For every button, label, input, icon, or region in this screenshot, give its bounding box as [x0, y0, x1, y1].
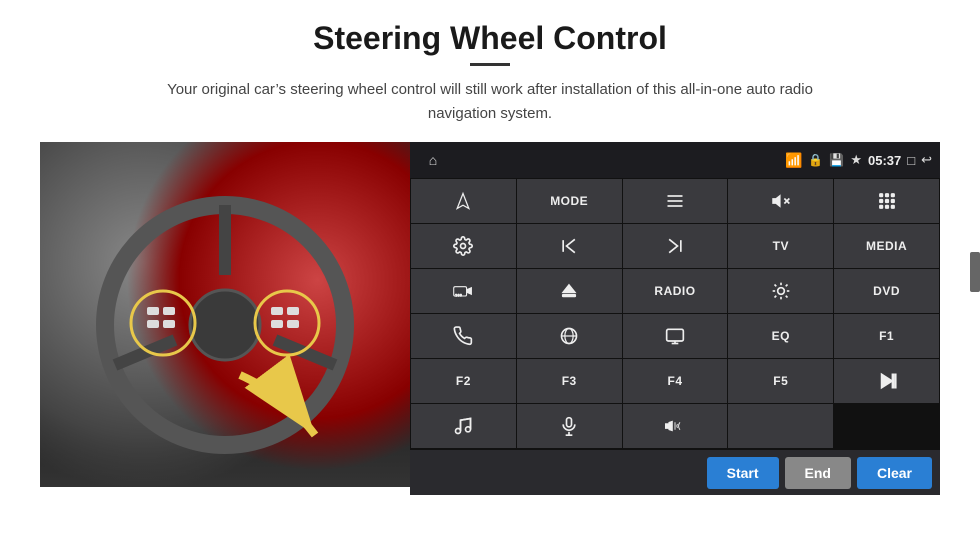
panel-top-bar: ⌂ 📶 🔒 💾 ★ 05:37 □ ↩ — [410, 142, 940, 178]
clear-button[interactable]: Clear — [857, 457, 932, 489]
square-icon[interactable]: □ — [907, 153, 915, 168]
btn-next[interactable] — [623, 224, 728, 268]
time-display: 05:37 — [868, 153, 901, 168]
title-divider — [470, 63, 510, 66]
page-title: Steering Wheel Control — [313, 20, 667, 57]
btn-phone[interactable] — [411, 314, 516, 358]
home-icon[interactable]: ⌂ — [418, 146, 448, 174]
btn-apps[interactable] — [834, 179, 939, 223]
btn-f3[interactable]: F3 — [517, 359, 622, 403]
btn-empty[interactable] — [728, 404, 833, 448]
btn-tv[interactable]: TV — [728, 224, 833, 268]
btn-f4[interactable]: F4 — [623, 359, 728, 403]
top-bar-left: ⌂ — [418, 146, 448, 174]
top-bar-right: 📶 🔒 💾 ★ 05:37 □ ↩ — [785, 152, 932, 169]
btn-music[interactable] — [411, 404, 516, 448]
end-button[interactable]: End — [785, 457, 851, 489]
btn-f1[interactable]: F1 — [834, 314, 939, 358]
btn-360cam[interactable]: 360 — [411, 269, 516, 313]
btn-mute[interactable] — [728, 179, 833, 223]
btn-nav[interactable] — [411, 179, 516, 223]
btn-prev[interactable] — [517, 224, 622, 268]
btn-f2[interactable]: F2 — [411, 359, 516, 403]
svg-text:360: 360 — [456, 294, 463, 298]
btn-volphone[interactable] — [623, 404, 728, 448]
btn-radio[interactable]: RADIO — [623, 269, 728, 313]
btn-f5[interactable]: F5 — [728, 359, 833, 403]
steering-wheel-svg — [85, 175, 365, 455]
wifi-icon: 📶 — [785, 152, 802, 169]
scrollbar[interactable] — [970, 252, 980, 292]
start-button[interactable]: Start — [707, 457, 779, 489]
btn-bright[interactable] — [728, 269, 833, 313]
car-image — [40, 142, 410, 487]
bt-icon: ★ — [850, 152, 862, 168]
bottom-bar: Start End Clear — [410, 449, 940, 495]
back-icon[interactable]: ↩ — [921, 152, 932, 168]
btn-globe[interactable] — [517, 314, 622, 358]
lock-icon: 🔒 — [808, 153, 823, 167]
btn-eq[interactable]: EQ — [728, 314, 833, 358]
btn-settings[interactable] — [411, 224, 516, 268]
btn-eject[interactable] — [517, 269, 622, 313]
subtitle: Your original car’s steering wheel contr… — [140, 78, 840, 126]
btn-list[interactable] — [623, 179, 728, 223]
btn-mic[interactable] — [517, 404, 622, 448]
btn-mode[interactable]: MODE — [517, 179, 622, 223]
sd-icon: 💾 — [829, 153, 844, 167]
btn-media[interactable]: MEDIA — [834, 224, 939, 268]
btn-playpause[interactable] — [834, 359, 939, 403]
btn-screen[interactable] — [623, 314, 728, 358]
btn-dvd[interactable]: DVD — [834, 269, 939, 313]
button-grid: MODE — [410, 178, 940, 449]
control-panel: ⌂ 📶 🔒 💾 ★ 05:37 □ ↩ — [410, 142, 940, 495]
content-row: ⌂ 📶 🔒 💾 ★ 05:37 □ ↩ — [40, 142, 940, 495]
